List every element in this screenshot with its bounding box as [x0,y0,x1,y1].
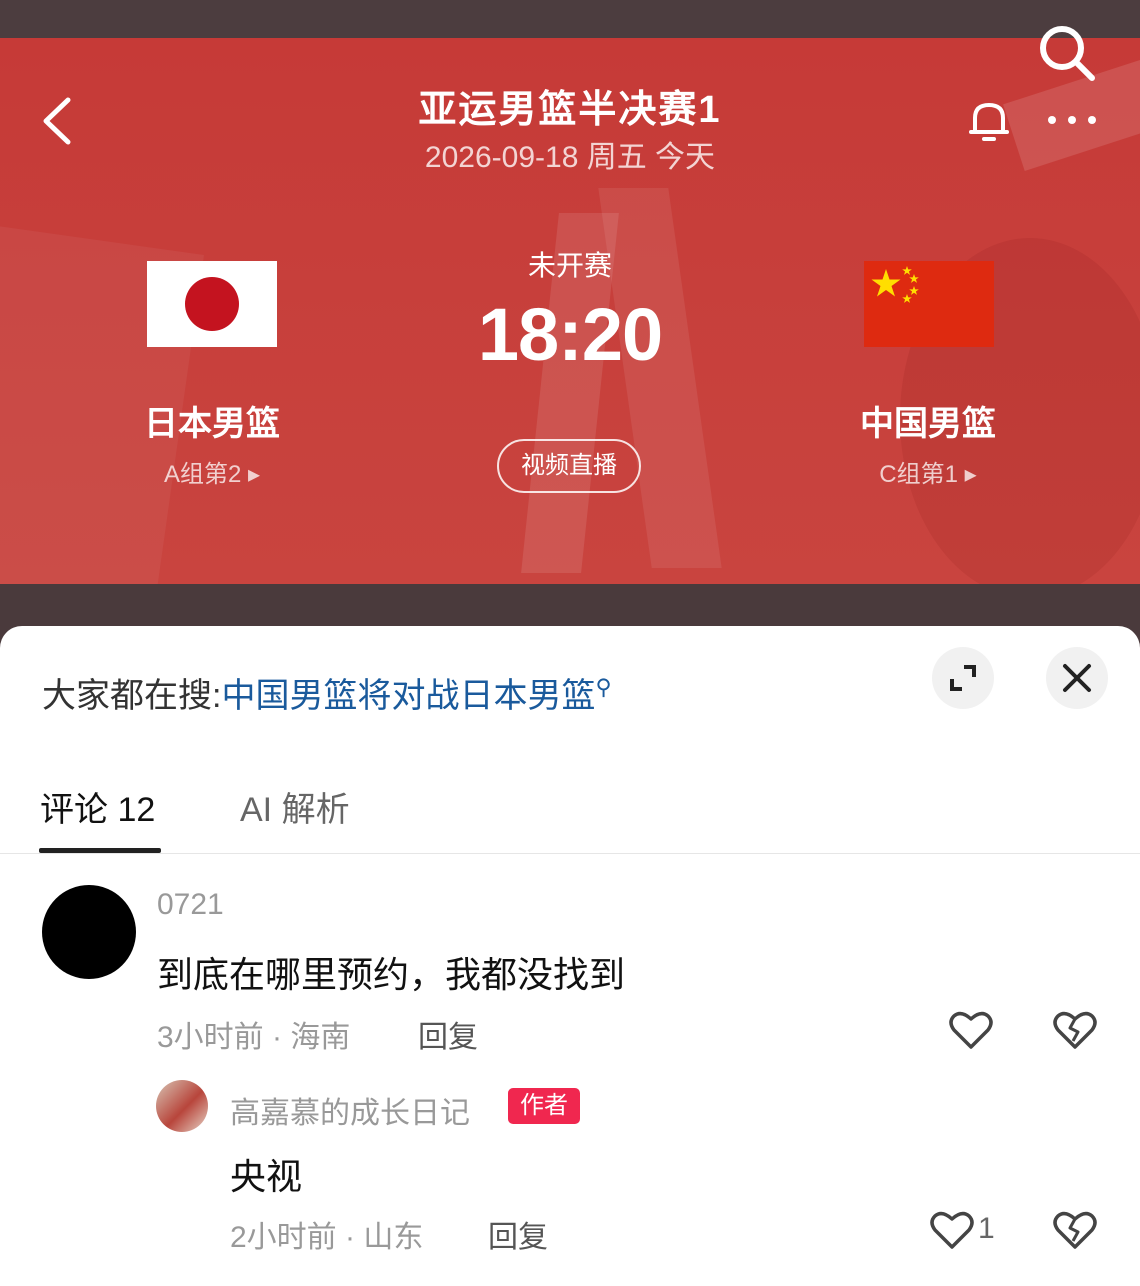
reply-username[interactable]: 高嘉慕的成长日记 [230,1088,470,1132]
author-badge: 作者 [508,1088,580,1124]
avatar[interactable] [42,885,136,979]
reply-avatar[interactable] [156,1080,208,1132]
search-button[interactable] [1036,22,1098,84]
comment-text[interactable]: 到底在哪里预约，我都没找到 [157,946,625,998]
match-date: 2026-09-18 周五 今天 [424,141,716,174]
broken-heart-icon [1053,1011,1097,1049]
reply-like-count: 1 [978,1212,995,1245]
search-icon: ⚲ [595,674,612,700]
reply-like-button[interactable] [930,1210,974,1250]
reply-button[interactable]: 回复 [418,1012,478,1056]
home-team-name[interactable]: 日本男篮 [62,396,362,445]
tab-comments[interactable]: 评论 12 [40,782,155,831]
like-button[interactable] [949,1010,993,1050]
close-button[interactable] [1046,647,1108,709]
status-bar [0,0,1140,38]
dislike-button[interactable] [1053,1010,1097,1050]
close-icon [1063,664,1091,692]
away-team-group[interactable]: C组第1 ▸ [778,454,1078,489]
comment-username[interactable]: 0721 [157,888,224,922]
trending-search-prefix: 大家都在搜: [42,677,222,715]
away-team-name[interactable]: 中国男篮 [778,396,1078,445]
reply-dislike-button[interactable] [1053,1210,1097,1250]
match-title: 亚运男篮半决赛1 [418,89,722,131]
trending-search-query[interactable]: 中国男篮将对战日本男篮 [221,677,595,715]
video-live-button[interactable]: 视频直播 [497,439,641,493]
match-status: 未开赛 [527,250,612,281]
reply-meta: 2小时前 · 山东 [230,1221,424,1254]
tab-ai-analysis[interactable]: AI 解析 [240,782,350,831]
tabs-divider [0,853,1140,854]
comment-meta: 3小时前 · 海南 [157,1021,351,1054]
heart-icon [949,1011,993,1049]
broken-heart-icon [1053,1211,1097,1249]
heart-icon [930,1211,974,1249]
reply-text[interactable]: 央视 [230,1148,302,1200]
expand-button[interactable] [932,647,994,709]
reply-reply-button[interactable]: 回复 [488,1212,548,1256]
match-time: 18:20 [477,293,663,376]
home-team-group[interactable]: A组第2 ▸ [62,454,362,489]
expand-icon [950,665,976,691]
trending-search[interactable]: 大家都在搜:中国男篮将对战日本男篮⚲ [42,668,612,717]
search-icon [1040,26,1095,81]
